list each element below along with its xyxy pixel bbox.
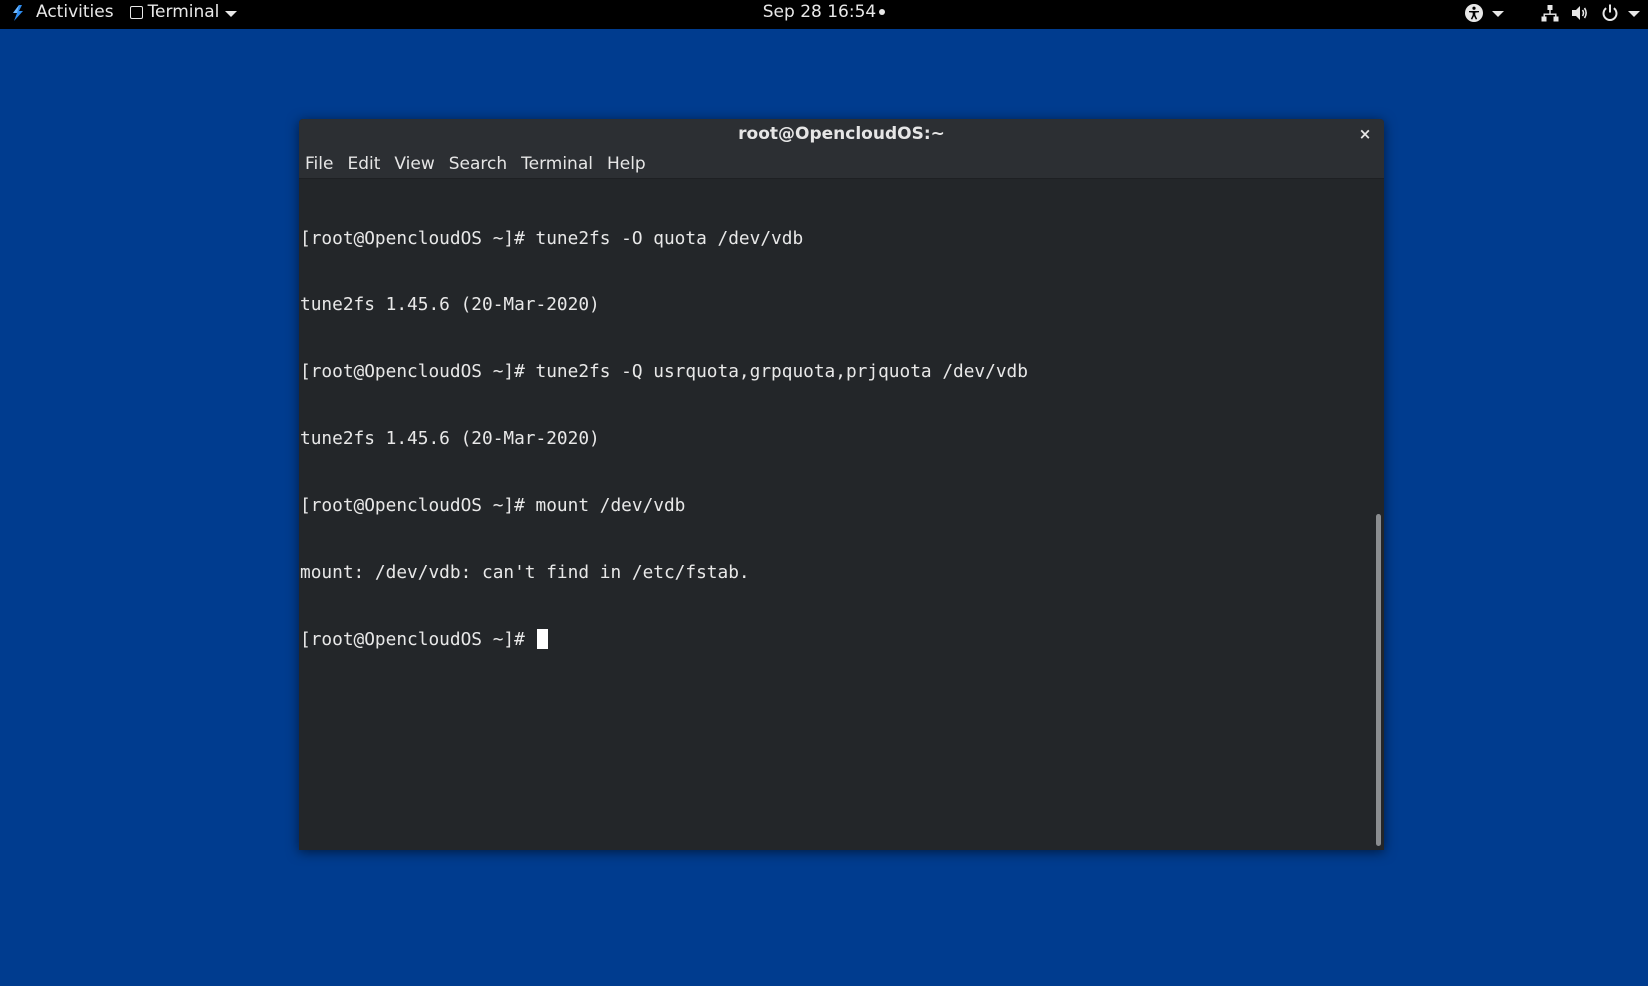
- prompt-line: [root@OpencloudOS ~]#: [300, 628, 1028, 651]
- window-titlebar[interactable]: root@OpencloudOS:~ ×: [299, 119, 1384, 149]
- clock-label: Sep 28 16:54: [762, 2, 877, 22]
- terminal-window: root@OpencloudOS:~ × File Edit View Sear…: [299, 119, 1384, 850]
- top-bar: Activities Terminal Sep 28 16:54: [0, 0, 1648, 29]
- volume-icon: [1570, 3, 1590, 23]
- menu-bar: File Edit View Search Terminal Help: [299, 149, 1384, 179]
- terminal-line: mount: /dev/vdb: can't find in /etc/fsta…: [300, 562, 750, 584]
- prompt-text: [root@OpencloudOS ~]#: [300, 628, 536, 650]
- terminal-line: tune2fs 1.45.6 (20-Mar-2020): [300, 428, 600, 450]
- terminal-line: tune2fs 1.45.6 (20-Mar-2020): [300, 294, 600, 316]
- menu-edit[interactable]: Edit: [347, 152, 380, 176]
- menu-terminal[interactable]: Terminal: [521, 152, 593, 176]
- terminal-text: [root@OpencloudOS ~]# tune2fs -O quota /…: [300, 183, 1028, 696]
- menu-help[interactable]: Help: [607, 152, 646, 176]
- scrollbar-thumb[interactable]: [1376, 514, 1381, 846]
- menu-search[interactable]: Search: [449, 152, 507, 176]
- notification-dot-icon: [879, 9, 886, 15]
- accessibility-icon[interactable]: [1464, 3, 1484, 23]
- menu-file[interactable]: File: [305, 152, 333, 176]
- terminal-output[interactable]: [root@OpencloudOS ~]# tune2fs -O quota /…: [299, 180, 1384, 850]
- window-title: root@OpencloudOS:~: [738, 124, 945, 144]
- text-cursor: [536, 628, 548, 649]
- scrollbar[interactable]: [1373, 180, 1381, 850]
- clock[interactable]: Sep 28 16:54: [0, 0, 1648, 25]
- terminal-line: [root@OpencloudOS ~]# tune2fs -O quota /…: [300, 227, 804, 249]
- status-menu[interactable]: [1530, 3, 1640, 23]
- close-icon[interactable]: ×: [1354, 123, 1376, 145]
- network-icon: [1540, 3, 1560, 23]
- accessibility-menu-chevron-icon[interactable]: [1492, 10, 1504, 17]
- terminal-line: [root@OpencloudOS ~]# tune2fs -Q usrquot…: [300, 361, 1028, 383]
- terminal-line: [root@OpencloudOS ~]# mount /dev/vdb: [300, 495, 686, 517]
- power-icon: [1600, 3, 1620, 23]
- chevron-down-icon: [1628, 10, 1640, 17]
- system-tray: [1464, 0, 1640, 25]
- menu-view[interactable]: View: [394, 152, 434, 176]
